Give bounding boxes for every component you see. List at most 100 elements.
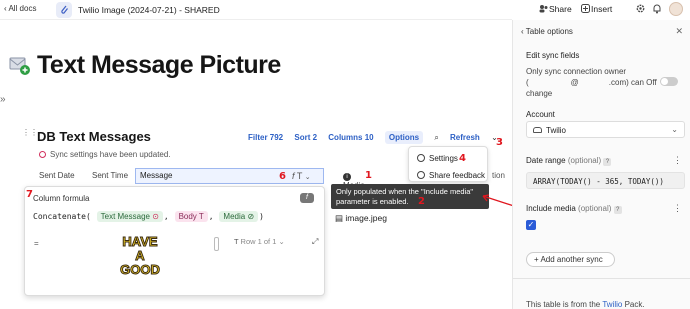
insert-button[interactable]: Insert — [591, 4, 612, 14]
column-header-sent-time[interactable]: Sent Time — [88, 169, 132, 182]
divider — [513, 278, 690, 279]
annotation-3: 3 — [496, 137, 503, 148]
chevron-down-icon[interactable]: ⌄ — [305, 174, 311, 181]
column-formula-panel: Column formula f Concatenate( Text Messa… — [24, 186, 325, 296]
formula-icon[interactable]: f — [292, 171, 295, 181]
date-range-label: Date range (optional) ? — [526, 156, 612, 166]
table-title[interactable]: DB Text Messages — [37, 129, 151, 144]
formula-chip-media[interactable]: Media ⊘ — [219, 211, 259, 222]
share-button[interactable]: Share — [549, 4, 572, 14]
columns-button[interactable]: Columns 10 — [328, 133, 373, 142]
formula-panel-title: Column formula — [33, 194, 90, 203]
result-image-word: A — [135, 248, 145, 263]
refresh-button[interactable]: Refresh — [450, 133, 480, 142]
annotation-7: 7 — [26, 189, 33, 200]
table-drag-handle[interactable]: ⋮⋮ — [22, 128, 38, 137]
expand-icon[interactable]: ⤢ — [312, 237, 318, 247]
back-to-table-options[interactable]: ‹ Table options — [521, 27, 573, 36]
top-right-actions: Share Insert — [512, 0, 690, 20]
sort-button[interactable]: Sort 2 — [294, 133, 317, 142]
table-header-row: Sent Date Sent Time Message iMedia — [23, 168, 365, 190]
formula-icon[interactable]: f — [300, 193, 314, 203]
owner-toggle[interactable] — [659, 77, 678, 86]
date-range-title: Date range — [526, 156, 566, 165]
options-button[interactable]: Options — [384, 131, 424, 144]
share-people-icon — [539, 5, 548, 13]
sync-status: Sync settings have been updated. — [39, 150, 171, 159]
annotation-1: 1 — [365, 170, 372, 181]
sync-status-icon: ⊙ — [152, 212, 159, 221]
owner-toggle-label: Off — [646, 78, 657, 87]
account-select[interactable]: Twilio ⌄ — [526, 121, 685, 138]
include-media-label: Include media (optional) ? — [526, 204, 622, 214]
result-image: HAVE A GOOD — [105, 234, 175, 295]
gear-icon — [417, 154, 425, 162]
pack-footer: This table is from the Twilio Pack. — [526, 300, 645, 309]
expand-sidebar-icon[interactable]: » — [0, 94, 6, 105]
formula-chip-text-message[interactable]: Text Message ⊙ — [96, 211, 163, 222]
feedback-icon — [417, 171, 425, 179]
formula-editor[interactable]: Concatenate( Text Message ⊙, Body T, Med… — [33, 211, 264, 222]
account-icon — [533, 127, 542, 133]
edit-sync-heading: Edit sync fields — [526, 51, 580, 60]
row-indicator-label: Row 1 of 1 — [240, 237, 277, 246]
menu-item-label: Share feedback — [429, 171, 486, 180]
annotation-2: 2 — [418, 196, 425, 207]
help-icon[interactable]: ? — [603, 158, 612, 166]
column-header-sent-date[interactable]: Sent Date — [35, 169, 79, 182]
help-icon[interactable]: ? — [613, 206, 622, 214]
owner-at: @ — [570, 78, 579, 87]
file-icon: ▤ — [335, 213, 344, 223]
formula-chip-label: Media — [223, 212, 246, 221]
formula-chip-label: Text Message — [100, 212, 150, 221]
chevron-down-icon[interactable]: ⌄ — [279, 237, 285, 246]
sync-status-icon — [39, 151, 46, 158]
column-header-partial: tion — [492, 171, 505, 180]
close-icon[interactable]: ✕ — [675, 26, 683, 37]
menu-item-label: Settings — [429, 154, 458, 163]
attachment-icon: ⊘ — [247, 212, 255, 221]
column-header-icons: f T ⌄ — [292, 171, 311, 181]
media-file-link[interactable]: ▤ image.jpeg — [335, 213, 387, 224]
gear-icon[interactable] — [635, 3, 646, 14]
include-media-checkbox[interactable]: ✓ — [526, 220, 536, 230]
result-image-word: HAVE — [122, 234, 158, 249]
menu-item-settings[interactable]: Settings — [417, 154, 458, 163]
avatar[interactable] — [669, 2, 683, 16]
formula-chip-label: Body — [178, 212, 197, 221]
top-bar: ‹ All docs Twilio Image (2024-07-21) - S… — [0, 0, 512, 20]
info-icon[interactable]: i — [343, 173, 351, 181]
formula-chip-body[interactable]: Body T — [174, 211, 208, 222]
add-sync-button[interactable]: + Add another sync — [526, 252, 615, 267]
envelope-add-icon — [9, 57, 30, 75]
formula-result-equals: = — [34, 239, 39, 248]
page-title: Text Message Picture — [37, 51, 281, 79]
doc-title[interactable]: Twilio Image (2024-07-21) - SHARED — [78, 5, 220, 15]
filter-button[interactable]: Filter 792 — [248, 133, 283, 142]
owner-line-2: (@ .com) can Off — [526, 77, 686, 88]
include-media-title: Include media — [526, 204, 576, 213]
all-docs-link[interactable]: ‹ All docs — [4, 4, 36, 13]
footer-prefix: This table is from the — [526, 300, 603, 309]
table-options-panel: ‹ Table options ✕ Edit sync fields Only … — [512, 20, 690, 309]
text-type-icon[interactable]: T — [297, 171, 302, 181]
search-icon[interactable]: ⌕ — [434, 133, 438, 143]
pack-link[interactable]: Twilio — [602, 300, 622, 309]
result-scrollbar[interactable] — [214, 237, 219, 251]
menu-item-share-feedback[interactable]: Share feedback — [417, 171, 485, 180]
more-options-icon[interactable]: ⋮ — [673, 155, 682, 166]
bell-icon[interactable] — [652, 3, 662, 14]
media-tooltip: Only populated when the "Include media" … — [331, 184, 489, 209]
options-menu: Settings Share feedback — [408, 146, 488, 182]
text-type-icon: T — [198, 212, 204, 221]
date-range-input[interactable]: ARRAY(TODAY() - 365, TODAY()) — [526, 172, 685, 189]
owner-line-3: change — [526, 89, 553, 98]
formula-function: Concatenate( — [33, 212, 91, 221]
insert-icon — [581, 4, 590, 13]
owner-domain: .com) can — [608, 78, 644, 87]
more-options-icon[interactable]: ⋮ — [673, 203, 682, 214]
account-label: Account — [526, 110, 555, 119]
include-media-optional: (optional) — [578, 204, 612, 213]
formula-close-paren: ) — [259, 212, 264, 221]
row-indicator: T Row 1 of 1 ⌄ — [234, 237, 285, 246]
